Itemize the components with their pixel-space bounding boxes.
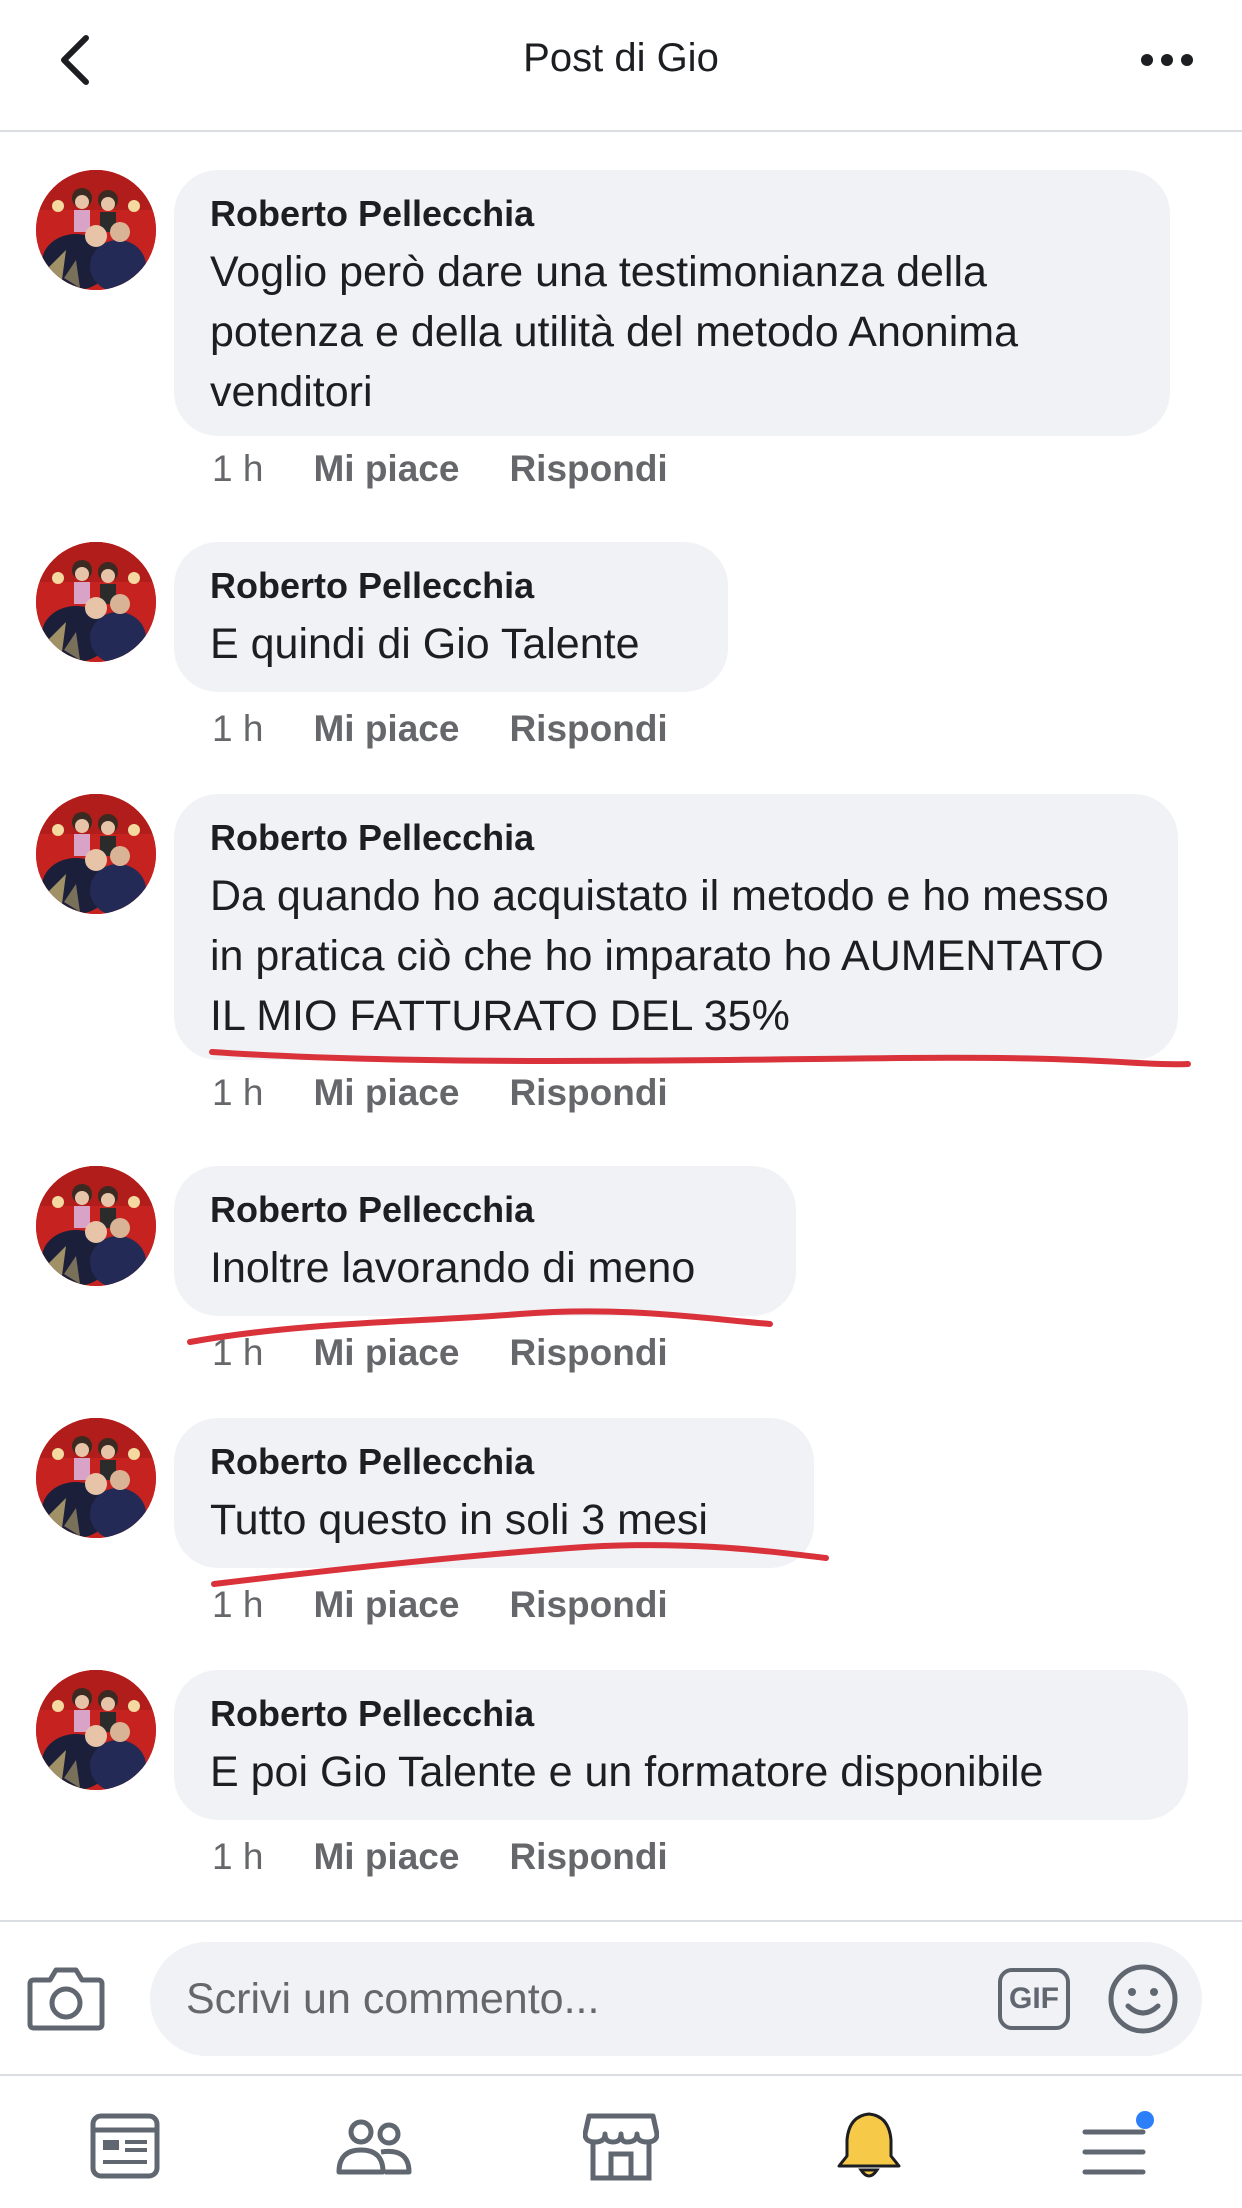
comment-time[interactable]: 1 h bbox=[212, 1584, 263, 1626]
comment-actions: 1 h Mi piace Rispondi bbox=[212, 448, 668, 490]
like-button[interactable]: Mi piace bbox=[313, 1584, 459, 1626]
comment-actions: 1 h Mi piace Rispondi bbox=[212, 1584, 668, 1626]
comment-bubble[interactable]: Roberto Pellecchia Voglio però dare una … bbox=[174, 170, 1170, 436]
friends-icon bbox=[336, 2119, 412, 2175]
comment-text: Tutto questo in soli 3 mesi bbox=[210, 1496, 708, 1544]
comment-actions: 1 h Mi piace Rispondi bbox=[212, 1332, 668, 1374]
notification-badge bbox=[1136, 2111, 1154, 2129]
like-button[interactable]: Mi piace bbox=[313, 708, 459, 750]
menu-icon bbox=[1082, 2111, 1154, 2175]
like-button[interactable]: Mi piace bbox=[313, 1332, 459, 1374]
comment-bubble[interactable]: Roberto Pellecchia Da quando ho acquista… bbox=[174, 794, 1178, 1060]
comment-author[interactable]: Roberto Pellecchia bbox=[210, 816, 1142, 860]
comment-input-box[interactable]: GIF bbox=[150, 1942, 1202, 2056]
like-button[interactable]: Mi piace bbox=[313, 1072, 459, 1114]
comment-text: E poi Gio Talente e un formatore disponi… bbox=[210, 1748, 1044, 1796]
emoji-button[interactable] bbox=[1106, 1962, 1180, 2036]
comment-composer: GIF bbox=[0, 1920, 1242, 2074]
avatar[interactable] bbox=[36, 1166, 156, 1286]
comment-author[interactable]: Roberto Pellecchia bbox=[210, 1440, 778, 1484]
comment-time[interactable]: 1 h bbox=[212, 1332, 263, 1374]
like-button[interactable]: Mi piace bbox=[313, 448, 459, 490]
comment-time[interactable]: 1 h bbox=[212, 708, 263, 750]
header-bar: Post di Gio bbox=[0, 0, 1242, 132]
reply-button[interactable]: Rispondi bbox=[509, 708, 667, 750]
comment-author[interactable]: Roberto Pellecchia bbox=[210, 192, 1134, 236]
comment-actions: 1 h Mi piace Rispondi bbox=[212, 1072, 668, 1114]
avatar[interactable] bbox=[36, 1418, 156, 1538]
like-button[interactable]: Mi piace bbox=[313, 1836, 459, 1878]
comment-list: Roberto Pellecchia Voglio però dare una … bbox=[0, 132, 1242, 1920]
more-dots-icon bbox=[1141, 54, 1193, 66]
avatar[interactable] bbox=[36, 794, 156, 914]
page-title: Post di Gio bbox=[523, 36, 719, 80]
reply-button[interactable]: Rispondi bbox=[509, 1836, 667, 1878]
marketplace-icon bbox=[583, 2113, 659, 2181]
tab-notifications[interactable] bbox=[824, 2106, 914, 2186]
comment-author[interactable]: Roberto Pellecchia bbox=[210, 1188, 760, 1232]
tab-news-feed[interactable] bbox=[80, 2106, 170, 2186]
comment-actions: 1 h Mi piace Rispondi bbox=[212, 708, 668, 750]
comment-time[interactable]: 1 h bbox=[212, 448, 263, 490]
gif-button[interactable]: GIF bbox=[998, 1968, 1070, 2030]
comment-bubble[interactable]: Roberto Pellecchia Tutto questo in soli … bbox=[174, 1418, 814, 1568]
comment-time[interactable]: 1 h bbox=[212, 1836, 263, 1878]
camera-icon bbox=[27, 1967, 105, 2031]
comment-text: Voglio però dare una testimonianza della… bbox=[210, 248, 1018, 416]
avatar[interactable] bbox=[36, 542, 156, 662]
comment-text: E quindi di Gio Talente bbox=[210, 620, 640, 668]
reply-button[interactable]: Rispondi bbox=[509, 448, 667, 490]
camera-button[interactable] bbox=[26, 1962, 106, 2034]
news-feed-icon bbox=[90, 2113, 160, 2179]
comment-author[interactable]: Roberto Pellecchia bbox=[210, 564, 692, 608]
comment-author[interactable]: Roberto Pellecchia bbox=[210, 1692, 1152, 1736]
bell-icon bbox=[837, 2112, 901, 2178]
comment-text: Inoltre lavorando di meno bbox=[210, 1244, 696, 1292]
tab-marketplace[interactable] bbox=[576, 2106, 666, 2186]
tab-menu[interactable] bbox=[1072, 2106, 1162, 2186]
comment-bubble[interactable]: Roberto Pellecchia E quindi di Gio Talen… bbox=[174, 542, 728, 692]
reply-button[interactable]: Rispondi bbox=[509, 1584, 667, 1626]
comment-input[interactable] bbox=[186, 1942, 986, 2056]
comment-bubble[interactable]: Roberto Pellecchia Inoltre lavorando di … bbox=[174, 1166, 796, 1316]
avatar[interactable] bbox=[36, 170, 156, 290]
comment-text: Da quando ho acquistato il metodo e ho m… bbox=[210, 872, 1109, 1040]
avatar[interactable] bbox=[36, 1670, 156, 1790]
comment-actions: 1 h Mi piace Rispondi bbox=[212, 1836, 668, 1878]
smiley-icon bbox=[1108, 1964, 1178, 2034]
reply-button[interactable]: Rispondi bbox=[509, 1072, 667, 1114]
gif-label: GIF bbox=[1009, 1982, 1059, 2015]
reply-button[interactable]: Rispondi bbox=[509, 1332, 667, 1374]
bottom-tab-bar bbox=[0, 2074, 1242, 2208]
more-options-button[interactable] bbox=[1132, 30, 1202, 90]
tab-friends[interactable] bbox=[328, 2106, 418, 2186]
comment-time[interactable]: 1 h bbox=[212, 1072, 263, 1114]
comment-bubble[interactable]: Roberto Pellecchia E poi Gio Talente e u… bbox=[174, 1670, 1188, 1820]
